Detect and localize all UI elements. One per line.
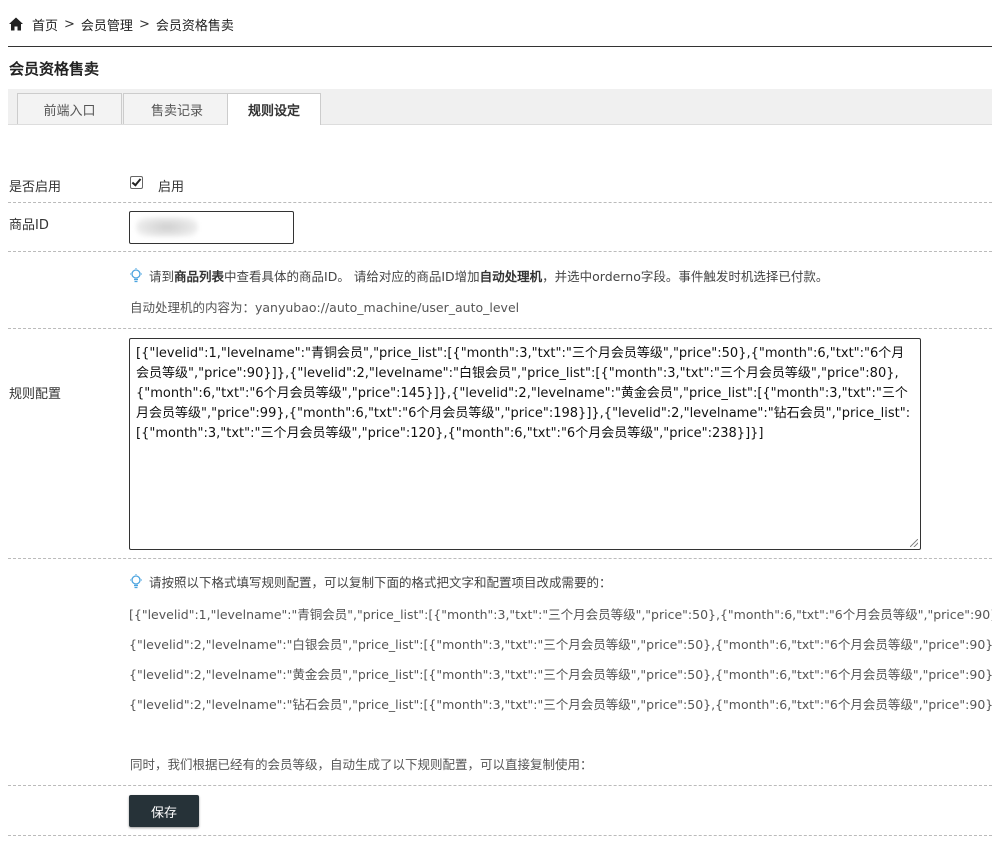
row-divider (8, 251, 992, 252)
tab-frontend-entry[interactable]: 前端入口 (17, 93, 122, 124)
breadcrumb-separator: > (64, 16, 75, 32)
enable-checkbox[interactable] (130, 176, 143, 189)
breadcrumb-separator: > (138, 16, 150, 32)
rules-label: 规则配置 (9, 387, 62, 402)
row-divider (8, 835, 992, 836)
save-button[interactable]: 保存 (129, 795, 199, 827)
tab-sales-records[interactable]: 售卖记录 (123, 93, 231, 124)
page-title: 会员资格售卖 (9, 60, 100, 78)
breadcrumb-item-home[interactable]: 首页 (32, 15, 58, 34)
hint-text: ，并选中orderno字段。事件触发时机选择已付款。 (542, 269, 829, 284)
enable-label: 是否启用 (9, 180, 62, 195)
rules-textarea-value: [{"levelid":1,"levelname":"青铜会员","price_… (136, 346, 911, 441)
row-divider (8, 558, 992, 559)
format-hint-text: 请按照以下格式填写规则配置，可以复制下面的格式把文字和配置项目改成需要的： (149, 575, 612, 590)
row-divider (8, 785, 992, 786)
auto-generated-note: 同时，我们根据已经有的会员等级，自动生成了以下规则配置，可以直接复制使用： (130, 757, 593, 772)
breadcrumb: 首页 > 会员管理 > 会员资格售卖 (8, 14, 234, 34)
example-line: {"levelid":2,"levelname":"黄金会员","price_l… (129, 667, 992, 682)
breadcrumb-item-member-management[interactable]: 会员管理 (81, 15, 133, 34)
example-line: {"levelid":2,"levelname":"白银会员","price_l… (129, 637, 992, 652)
lightbulb-icon (130, 267, 142, 282)
auto-machine-link[interactable]: 自动处理机 (480, 266, 543, 285)
enable-checkbox-label[interactable]: 启用 (158, 176, 184, 195)
example-line: {"levelid":2,"levelname":"钻石会员","price_l… (129, 697, 992, 712)
breadcrumb-item-current: 会员资格售卖 (155, 18, 234, 34)
auto-machine-hint: 自动处理机的内容为：yanyubao://auto_machine/user_a… (130, 300, 520, 315)
product-id-input[interactable] (129, 211, 294, 244)
header-divider (8, 46, 992, 47)
tab-bar: 前端入口 售卖记录 规则设定 (8, 89, 992, 125)
product-hint: 请到 商品列表 中查看具体的商品ID。 请给对应的商品ID增加 自动处理机 ，并选中or… (129, 266, 828, 285)
example-line: [{"levelid":1,"levelname":"青铜会员","price_… (129, 607, 992, 622)
row-divider (8, 328, 992, 329)
product-id-label: 商品ID (9, 218, 49, 233)
format-hint: 请按照以下格式填写规则配置，可以复制下面的格式把文字和配置项目改成需要的： (129, 572, 612, 591)
row-divider (8, 202, 992, 203)
product-list-link[interactable]: 商品列表 (174, 266, 224, 285)
home-icon[interactable] (8, 16, 24, 32)
hint-text: 请到 (149, 269, 175, 284)
redacted-value (136, 217, 198, 237)
tab-rule-settings[interactable]: 规则设定 (227, 93, 321, 125)
hint-text: 中查看具体的商品ID。 请给对应的商品ID增加 (224, 269, 480, 284)
resize-handle[interactable] (910, 539, 918, 547)
rules-textarea[interactable]: [{"levelid":1,"levelname":"青铜会员","price_… (129, 338, 921, 550)
lightbulb-icon (130, 573, 142, 588)
